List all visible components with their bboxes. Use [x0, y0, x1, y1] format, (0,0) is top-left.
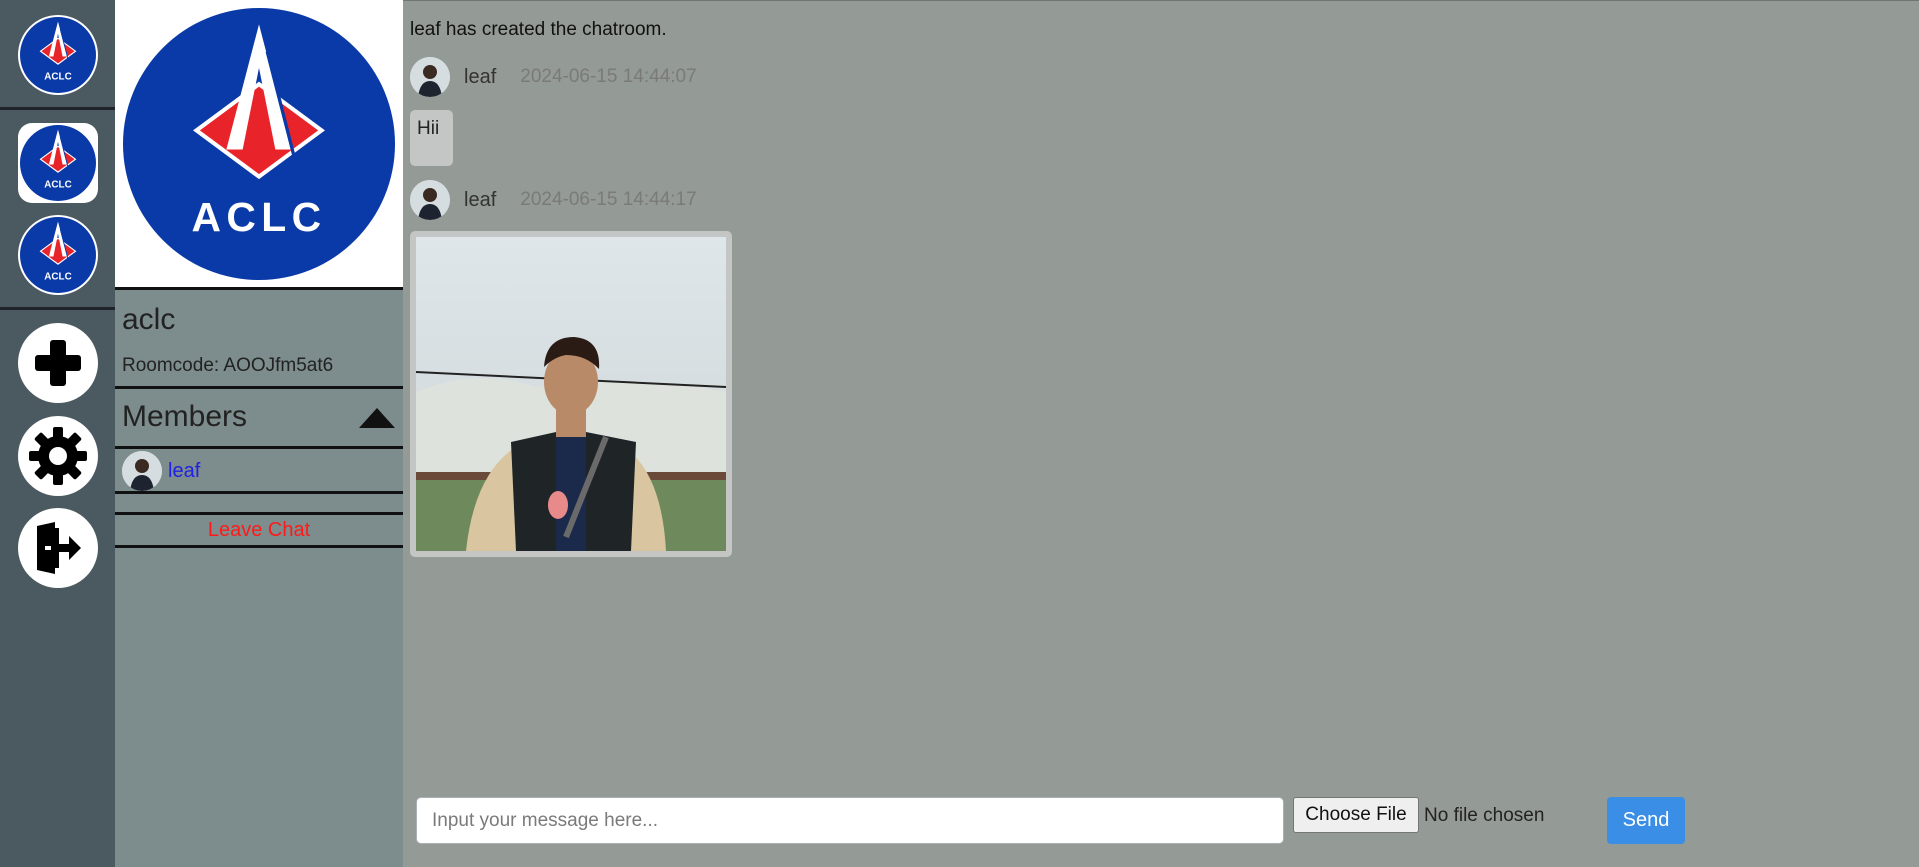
- room-switch-aclc-3[interactable]: ACLC: [18, 215, 98, 295]
- members-heading: Members: [122, 400, 248, 433]
- room-switch-aclc-2[interactable]: ACLC: [18, 123, 98, 203]
- room-rail: ACLC ACLC ACLC: [0, 0, 115, 867]
- svg-text:ACLC: ACLC: [44, 271, 71, 282]
- message-header: leaf 2024-06-15 14:44:17: [410, 180, 697, 220]
- image-message-bubble[interactable]: [410, 231, 732, 557]
- exit-door-icon: [37, 522, 81, 574]
- message-timestamp: 2024-06-15 14:44:07: [520, 66, 697, 87]
- member-list-item[interactable]: leaf: [122, 451, 200, 491]
- create-room-button[interactable]: [18, 323, 98, 403]
- aclc-logo-icon: ACLC: [123, 8, 395, 280]
- settings-button[interactable]: [18, 416, 98, 496]
- shared-photo: [416, 237, 726, 551]
- svg-text:ACLC: ACLC: [44, 179, 71, 190]
- panel-divider: [115, 386, 403, 389]
- message-input[interactable]: [416, 797, 1284, 844]
- room-name: aclc: [122, 303, 176, 336]
- send-button[interactable]: Send: [1607, 797, 1685, 844]
- room-code: Roomcode: AOOJfm5at6: [122, 355, 334, 376]
- member-name[interactable]: leaf: [168, 460, 200, 483]
- plus-icon: [35, 340, 81, 386]
- rail-divider: [0, 107, 115, 110]
- gear-icon: [29, 427, 87, 485]
- svg-text:ACLC: ACLC: [44, 71, 71, 82]
- message-timestamp: 2024-06-15 14:44:17: [520, 189, 697, 210]
- aclc-logo-icon: ACLC: [20, 217, 96, 293]
- member-avatar: [122, 451, 162, 491]
- room-switch-aclc-1[interactable]: ACLC: [18, 15, 98, 95]
- aclc-logo-icon: ACLC: [20, 125, 96, 201]
- system-message: leaf has created the chatroom.: [410, 19, 667, 40]
- message-header: leaf 2024-06-15 14:44:07: [410, 57, 697, 97]
- message-author: leaf: [464, 65, 497, 88]
- room-logo: ACLC: [115, 0, 403, 290]
- logout-button[interactable]: [18, 508, 98, 588]
- avatar: [410, 180, 450, 220]
- svg-text:ACLC: ACLC: [191, 194, 326, 240]
- avatar: [410, 57, 450, 97]
- message-author: leaf: [464, 188, 497, 211]
- file-status-label: No file chosen: [1424, 805, 1545, 826]
- panel-divider: [115, 446, 403, 449]
- leave-chat-button[interactable]: Leave Chat: [115, 512, 403, 548]
- message-bubble: Hii: [410, 110, 453, 166]
- choose-file-button[interactable]: Choose File: [1293, 797, 1419, 833]
- aclc-logo-icon: ACLC: [20, 17, 96, 93]
- collapse-members-caret-icon[interactable]: [359, 408, 395, 428]
- chat-area: leaf has created the chatroom. leaf 2024…: [403, 0, 1919, 867]
- panel-divider: [115, 491, 403, 494]
- room-info-panel: ACLC aclc Roomcode: AOOJfm5at6 Members l…: [115, 0, 403, 867]
- rail-divider: [0, 307, 115, 310]
